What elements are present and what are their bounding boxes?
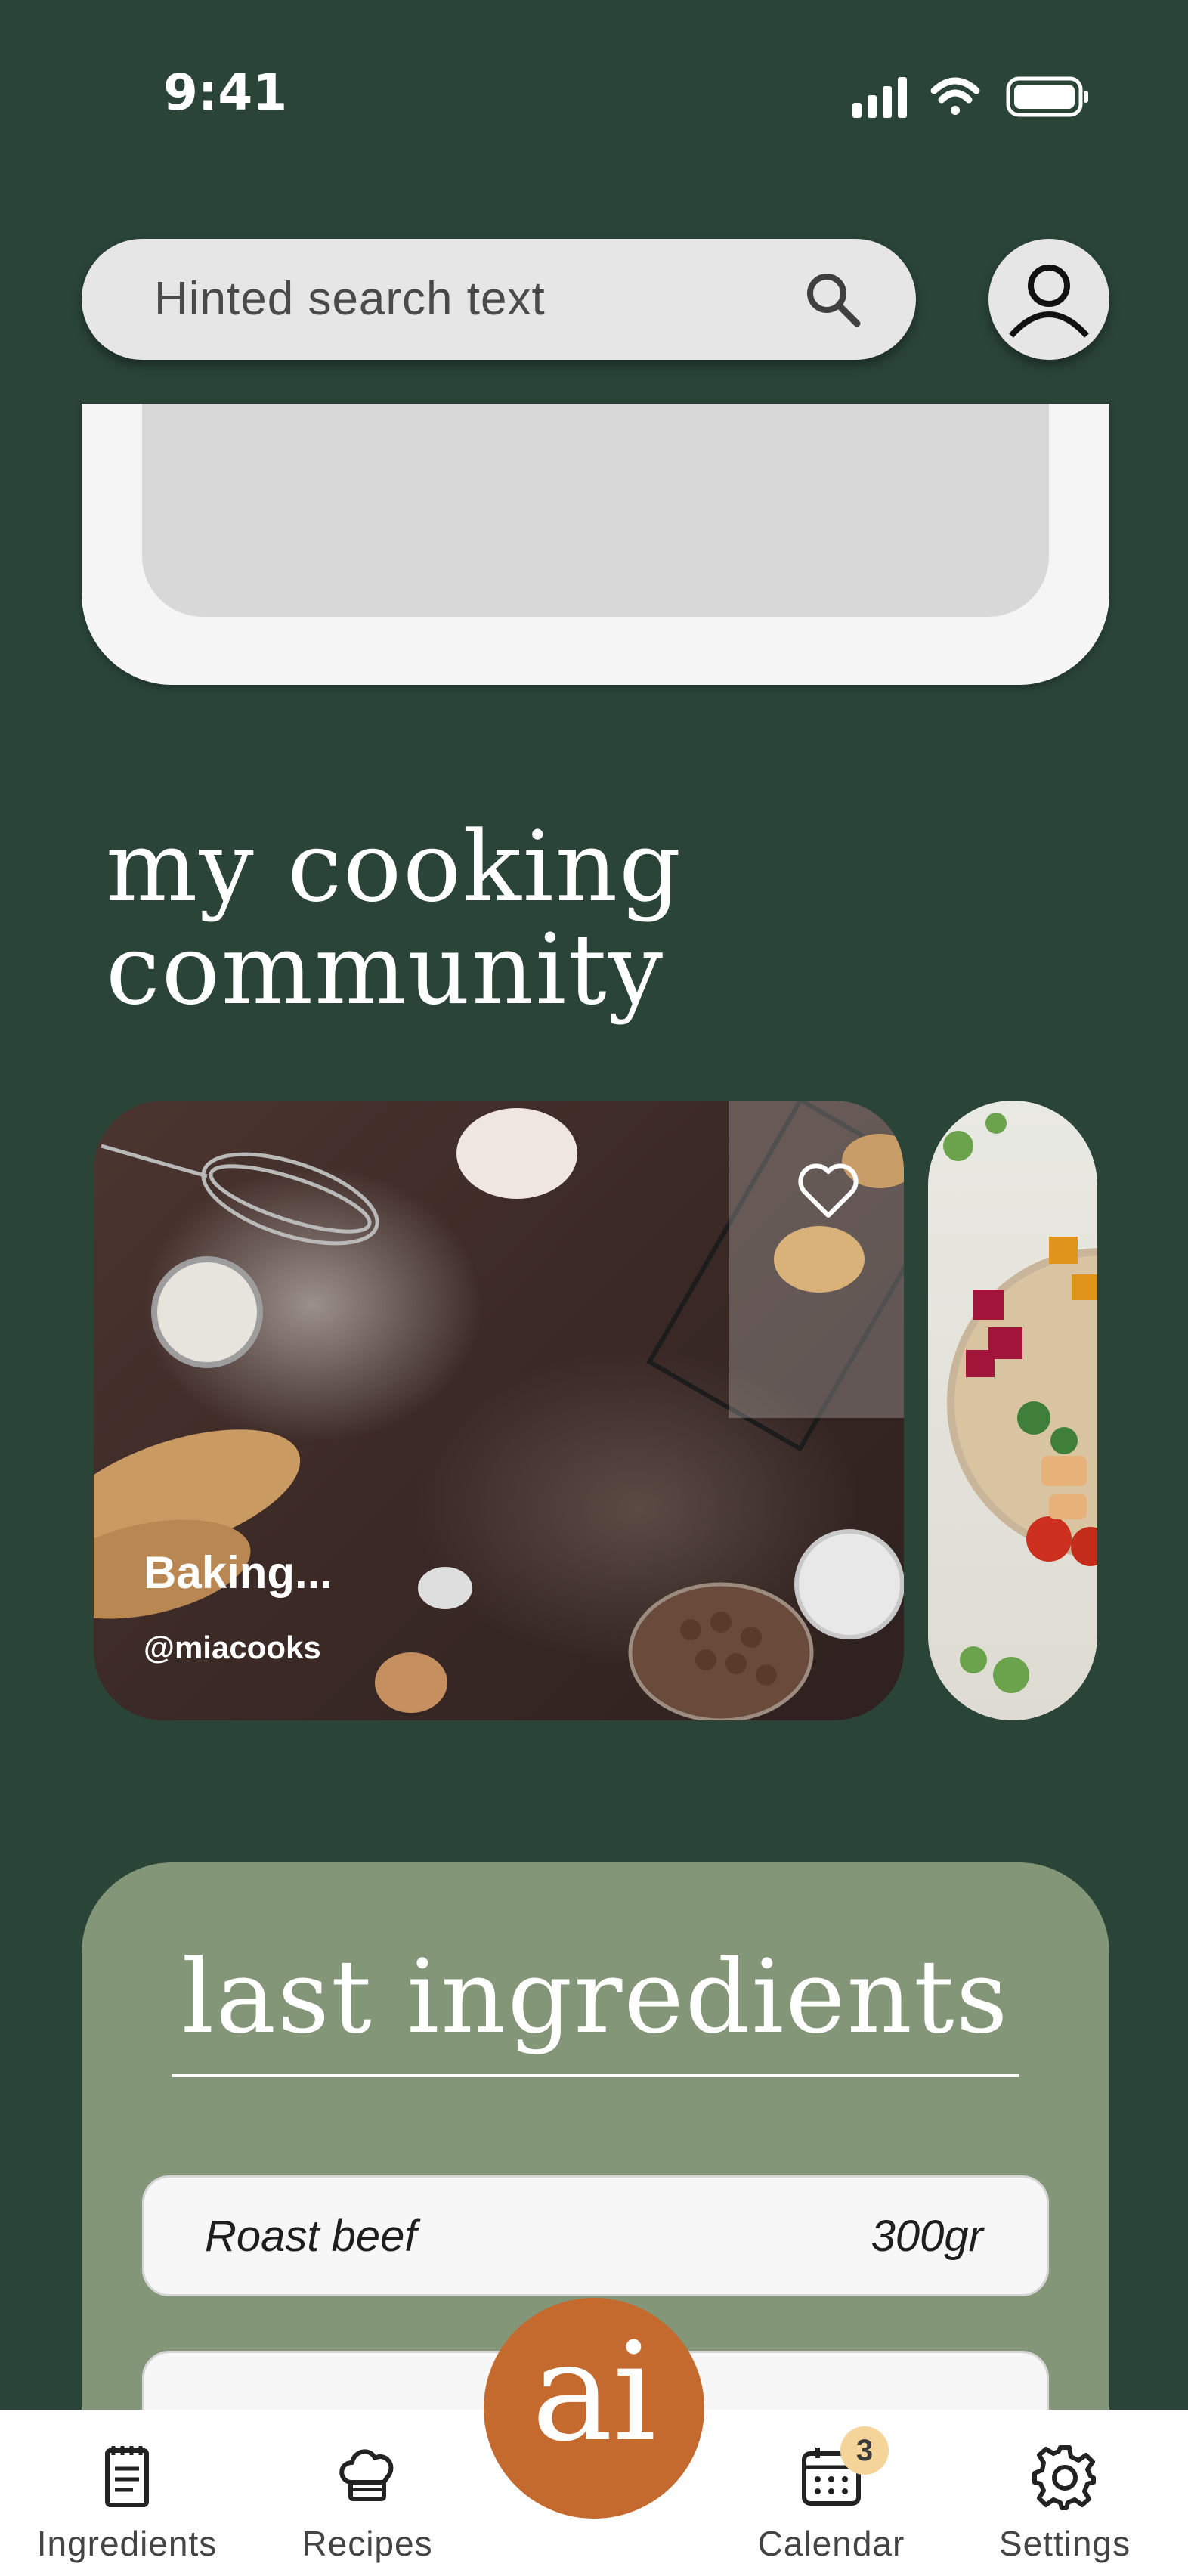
chef-hat-icon — [339, 2449, 394, 2501]
community-card[interactable]: Baking... @miacooks — [94, 1101, 904, 1720]
ingredients-title: last ingredients — [181, 1938, 1010, 2056]
nav-label-recipes: Recipes — [302, 2524, 433, 2563]
community-title-line1: my cooking — [106, 811, 683, 924]
profile-avatar[interactable] — [988, 239, 1109, 360]
status-time: 9:41 — [163, 63, 288, 122]
heart-icon[interactable] — [797, 1161, 860, 1221]
nav-item-calendar[interactable]: Calendar — [718, 2410, 945, 2576]
featured-card-image — [142, 404, 1049, 617]
ingredient-quantity: 300gr — [871, 2212, 983, 2261]
ai-button[interactable]: ai — [484, 2298, 704, 2519]
search-bar[interactable]: Hinted search text — [82, 239, 916, 360]
card-title: Baking... — [144, 1547, 333, 1598]
card-author[interactable]: @miacooks — [144, 1630, 321, 1666]
user-icon — [1009, 265, 1089, 338]
notepad-icon — [105, 2446, 149, 2507]
nav-item-ingredients[interactable]: Ingredients — [15, 2410, 239, 2576]
status-icons — [852, 76, 1088, 118]
calendar-badge: 3 — [840, 2426, 889, 2475]
featured-card[interactable] — [82, 404, 1109, 685]
wifi-icon — [930, 77, 980, 115]
ingredient-name: Roast beef — [205, 2212, 417, 2261]
battery-icon — [1006, 76, 1088, 117]
salad-photo — [943, 1113, 1097, 1693]
nav-item-settings[interactable]: Settings — [957, 2410, 1173, 2576]
nav-item-recipes[interactable]: Recipes — [254, 2410, 481, 2576]
ingredients-divider — [172, 2074, 1019, 2077]
gear-icon — [1032, 2445, 1096, 2510]
ai-button-label: ai — [531, 2314, 657, 2472]
community-title: my cooking community — [106, 816, 682, 1022]
search-icon[interactable] — [801, 268, 865, 331]
ingredient-row[interactable]: Roast beef 300gr — [142, 2175, 1049, 2296]
nav-label-calendar: Calendar — [757, 2524, 905, 2563]
community-title-line2: community — [106, 914, 665, 1026]
nav-label-ingredients: Ingredients — [36, 2524, 218, 2563]
baking-photo — [94, 1101, 904, 1720]
nav-label-settings: Settings — [998, 2524, 1131, 2563]
search-input[interactable]: Hinted search text — [154, 272, 546, 326]
signal-icon — [852, 77, 907, 118]
community-card-next[interactable] — [928, 1101, 1097, 1720]
